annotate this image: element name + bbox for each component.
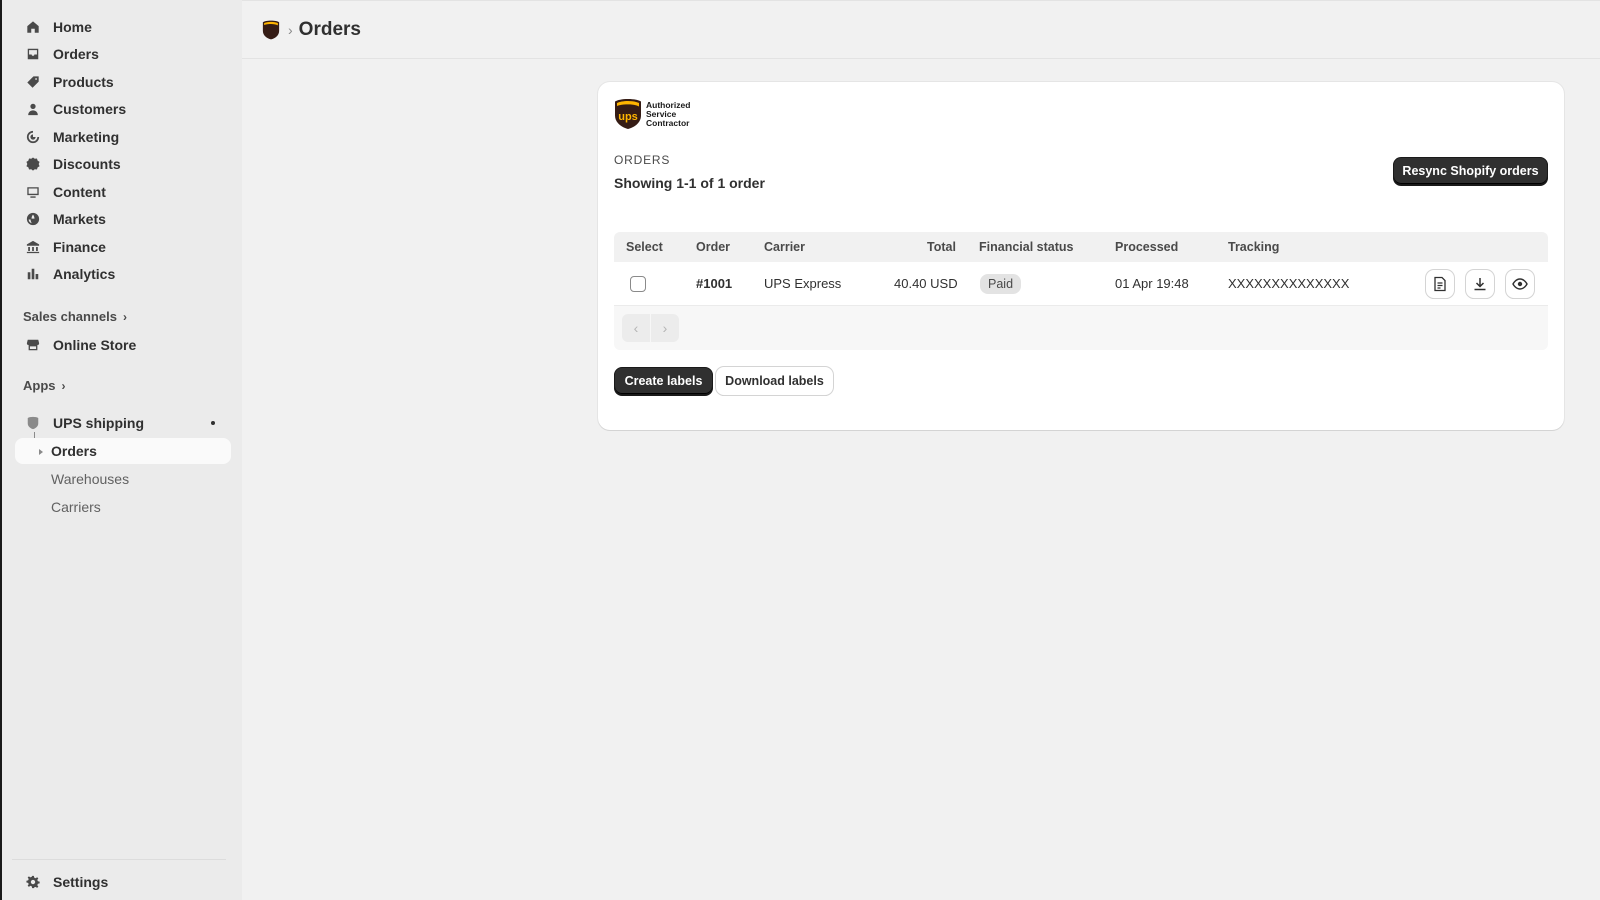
apps-label: Apps — [23, 378, 56, 393]
column-header-processed: Processed — [1115, 240, 1179, 254]
app-menu-dot[interactable] — [211, 421, 215, 425]
view-order-button[interactable] — [1506, 270, 1534, 298]
sidebar-item-label: Customers — [53, 101, 127, 117]
sidebar-item-label: Orders — [53, 46, 99, 62]
ups-logo-icon — [262, 20, 280, 39]
ups-app-icon — [25, 415, 41, 431]
sidebar-item-analytics[interactable]: Analytics — [15, 261, 231, 287]
chevron-right-icon: › — [662, 320, 668, 336]
orders-card: ups Authorized Service Contractor ORDERS… — [598, 82, 1564, 430]
column-header-order: Order — [696, 240, 731, 254]
sidebar-item-label: Analytics — [53, 266, 116, 282]
home-icon — [25, 19, 41, 35]
sidebar-item-home[interactable]: Home — [15, 14, 231, 40]
person-icon — [25, 101, 41, 117]
table-header: Select Order Carrier Total Financial sta… — [614, 232, 1548, 262]
sidebar-item-label: Discounts — [53, 156, 121, 172]
order-total: 40.40 USD — [894, 276, 958, 291]
chevron-right-icon: › — [122, 309, 127, 324]
next-page-button[interactable]: › — [651, 314, 679, 342]
ups-wordmark: ups — [618, 111, 638, 123]
eye-icon — [1512, 278, 1528, 290]
sidebar-item-marketing[interactable]: Marketing — [15, 124, 231, 150]
view-label-button[interactable] — [1426, 270, 1454, 298]
page-header: › Orders — [242, 1, 1600, 59]
page-title: Orders — [298, 18, 361, 40]
tree-arrow — [39, 449, 43, 455]
breadcrumb-separator: › — [288, 21, 293, 38]
discount-icon — [25, 156, 41, 172]
sidebar-item-online-store[interactable]: Online Store — [15, 332, 231, 358]
column-header-tracking: Tracking — [1228, 240, 1280, 254]
sidebar-subitem-carriers[interactable]: Carriers — [15, 494, 231, 520]
pagination: ‹ › — [614, 306, 1548, 350]
bar-chart-icon — [25, 266, 41, 282]
section-caption: ORDERS — [614, 153, 671, 167]
sidebar-item-label: Settings — [53, 874, 109, 890]
create-labels-button[interactable]: Create labels — [614, 367, 713, 395]
sidebar-divider — [12, 859, 226, 860]
sidebar-subitem-orders[interactable]: Orders — [15, 438, 231, 464]
document-icon — [1434, 276, 1446, 292]
results-count: Showing 1-1 of 1 order — [614, 175, 765, 191]
download-icon — [1474, 278, 1486, 291]
gear-icon — [25, 874, 41, 890]
chevron-right-icon: › — [61, 378, 66, 393]
ups-authorized-logo: ups Authorized Service Contractor — [614, 98, 696, 130]
sidebar-item-content[interactable]: Content — [15, 179, 231, 205]
bank-icon — [25, 239, 41, 255]
sidebar-item-label: Online Store — [53, 337, 137, 353]
column-header-total: Total — [927, 240, 956, 254]
sidebar-item-label: Marketing — [53, 129, 120, 145]
orders-table: Select Order Carrier Total Financial sta… — [614, 232, 1548, 350]
tracking-number: XXXXXXXXXXXXXX — [1228, 276, 1350, 291]
sidebar-item-label: Home — [53, 19, 92, 35]
download-labels-button[interactable]: Download labels — [716, 367, 833, 395]
apps-header[interactable]: Apps › — [23, 378, 66, 393]
previous-page-button[interactable]: ‹ — [622, 314, 650, 342]
tag-icon — [25, 74, 41, 90]
sidebar-item-label: UPS shipping — [53, 415, 144, 431]
sidebar-item-label: Orders — [51, 443, 97, 459]
sidebar-item-label: Content — [53, 184, 106, 200]
sidebar-item-label: Finance — [53, 239, 106, 255]
chevron-left-icon: ‹ — [633, 320, 639, 336]
row-select-checkbox[interactable] — [630, 276, 646, 292]
sidebar-item-markets[interactable]: Markets — [15, 206, 231, 232]
sales-channels-label: Sales channels — [23, 309, 117, 324]
sidebar-item-customers[interactable]: Customers — [15, 96, 231, 122]
table-row: #1001 UPS Express 40.40 USD Paid 01 Apr … — [614, 262, 1548, 306]
carrier-name: UPS Express — [764, 276, 842, 291]
column-header-carrier: Carrier — [764, 240, 805, 254]
sidebar-item-discounts[interactable]: Discounts — [15, 151, 231, 177]
sidebar: Home Orders Products Customers Marketing… — [0, 0, 242, 900]
column-header-financial-status: Financial status — [979, 240, 1074, 254]
inbox-icon — [25, 46, 41, 62]
sidebar-item-label: Products — [53, 74, 114, 90]
sidebar-item-label: Carriers — [51, 499, 101, 515]
sidebar-item-label: Warehouses — [51, 471, 130, 487]
download-label-button[interactable] — [1466, 270, 1494, 298]
sidebar-item-label: Markets — [53, 211, 106, 227]
globe-icon — [25, 211, 41, 227]
sidebar-item-settings[interactable]: Settings — [15, 869, 231, 895]
sidebar-item-finance[interactable]: Finance — [15, 234, 231, 260]
sidebar-item-products[interactable]: Products — [15, 69, 231, 95]
sidebar-subitem-warehouses[interactable]: Warehouses — [15, 466, 231, 492]
ups-shield-icon: ups — [615, 99, 641, 129]
main-area: › Orders ups Authorized Service Contract… — [242, 0, 1600, 900]
target-icon — [25, 129, 41, 145]
financial-status-badge: Paid — [980, 274, 1022, 294]
column-header-select: Select — [626, 240, 663, 254]
resync-shopify-orders-button[interactable]: Resync Shopify orders — [1393, 157, 1548, 185]
sidebar-item-ups-shipping[interactable]: UPS shipping — [15, 410, 231, 436]
order-number[interactable]: #1001 — [696, 276, 732, 291]
logo-tagline: Authorized Service Contractor — [646, 99, 691, 128]
store-icon — [25, 337, 41, 353]
processed-date: 01 Apr 19:48 — [1115, 276, 1189, 291]
sidebar-item-orders[interactable]: Orders — [15, 41, 231, 67]
content-icon — [25, 184, 41, 200]
sales-channels-header[interactable]: Sales channels › — [23, 309, 127, 324]
